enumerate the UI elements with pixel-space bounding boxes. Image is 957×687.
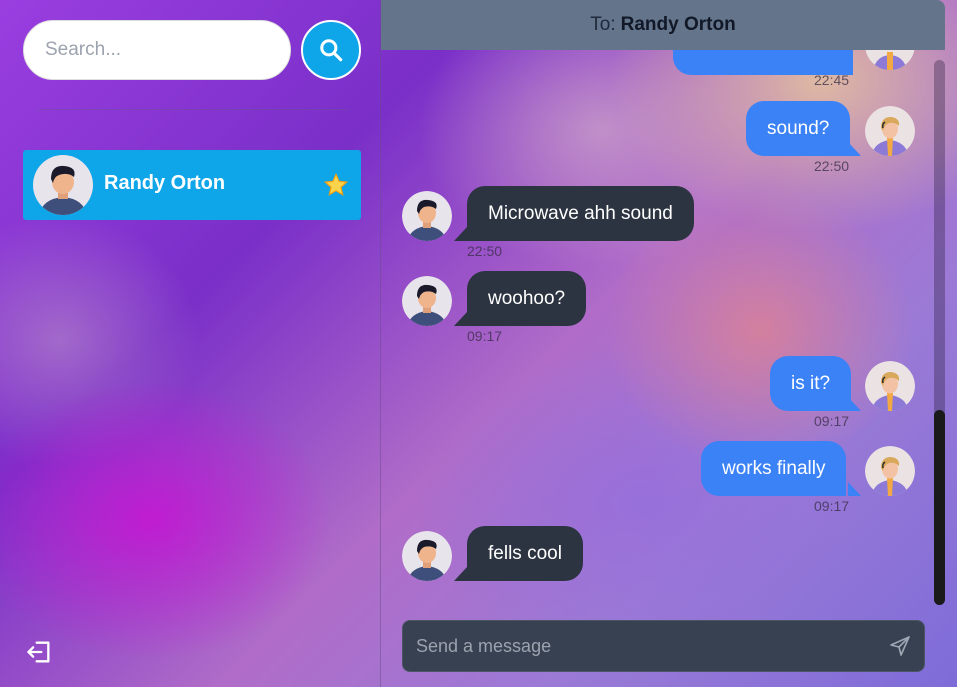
message-bubble: Microwave ahh sound [467, 186, 694, 241]
message-out: sound? 22:50 [381, 101, 957, 174]
chat-panel: To: Randy Orton 22:45 sound? 22:50 Micro… [381, 0, 957, 687]
bubble-tail [454, 567, 467, 581]
message-bubble: fells cool [467, 526, 583, 581]
message-out: 22:45 [381, 50, 957, 88]
avatar [402, 191, 452, 241]
message-time: 22:45 [814, 72, 850, 88]
avatar [865, 361, 915, 411]
message-time: 09:17 [814, 413, 850, 429]
message-input[interactable] [403, 621, 873, 671]
bubble-tail [848, 397, 861, 411]
avatar [33, 155, 93, 215]
sidebar-divider [38, 109, 347, 110]
message-time: 09:17 [467, 328, 503, 344]
message-in: woohoo? 09:17 [381, 271, 957, 344]
avatar [865, 50, 915, 70]
message-in: Microwave ahh sound 22:50 [381, 186, 957, 259]
message-bubble: is it? [770, 356, 852, 411]
message-composer [402, 620, 925, 672]
avatar [402, 531, 452, 581]
star-icon[interactable] [323, 172, 349, 198]
message-bubble: sound? [746, 101, 851, 156]
message-bubble: woohoo? [467, 271, 587, 326]
sidebar: Randy Orton [0, 0, 381, 687]
avatar [865, 446, 915, 496]
contact-item-randy-orton[interactable]: Randy Orton [23, 150, 361, 220]
bubble-tail [454, 227, 467, 241]
scrollbar-thumb[interactable] [934, 410, 945, 605]
send-icon[interactable] [888, 634, 912, 658]
scrollbar[interactable] [934, 60, 945, 605]
message-time: 22:50 [467, 243, 503, 259]
message-list[interactable]: 22:45 sound? 22:50 Microwave ahh sound 2… [381, 50, 957, 610]
recipient-name: Randy Orton [620, 14, 736, 35]
bubble-tail [454, 312, 467, 326]
contact-name: Randy Orton [104, 172, 226, 194]
message-bubble: works finally [701, 441, 847, 496]
chat-header: To: Randy Orton [381, 0, 945, 50]
message-time: 09:17 [814, 498, 850, 514]
search-input[interactable] [23, 20, 291, 80]
logout-icon[interactable] [25, 638, 53, 666]
message-time: 22:50 [814, 158, 850, 174]
to-label: To: [590, 14, 616, 35]
avatar [865, 106, 915, 156]
search-button[interactable] [301, 20, 361, 80]
avatar [402, 276, 452, 326]
message-out: is it? 09:17 [381, 356, 957, 429]
search-icon [320, 39, 343, 62]
message-out: works finally 09:17 [381, 441, 957, 514]
bubble-tail [848, 142, 861, 156]
message-in: fells cool [381, 526, 957, 581]
bubble-tail [848, 482, 861, 496]
